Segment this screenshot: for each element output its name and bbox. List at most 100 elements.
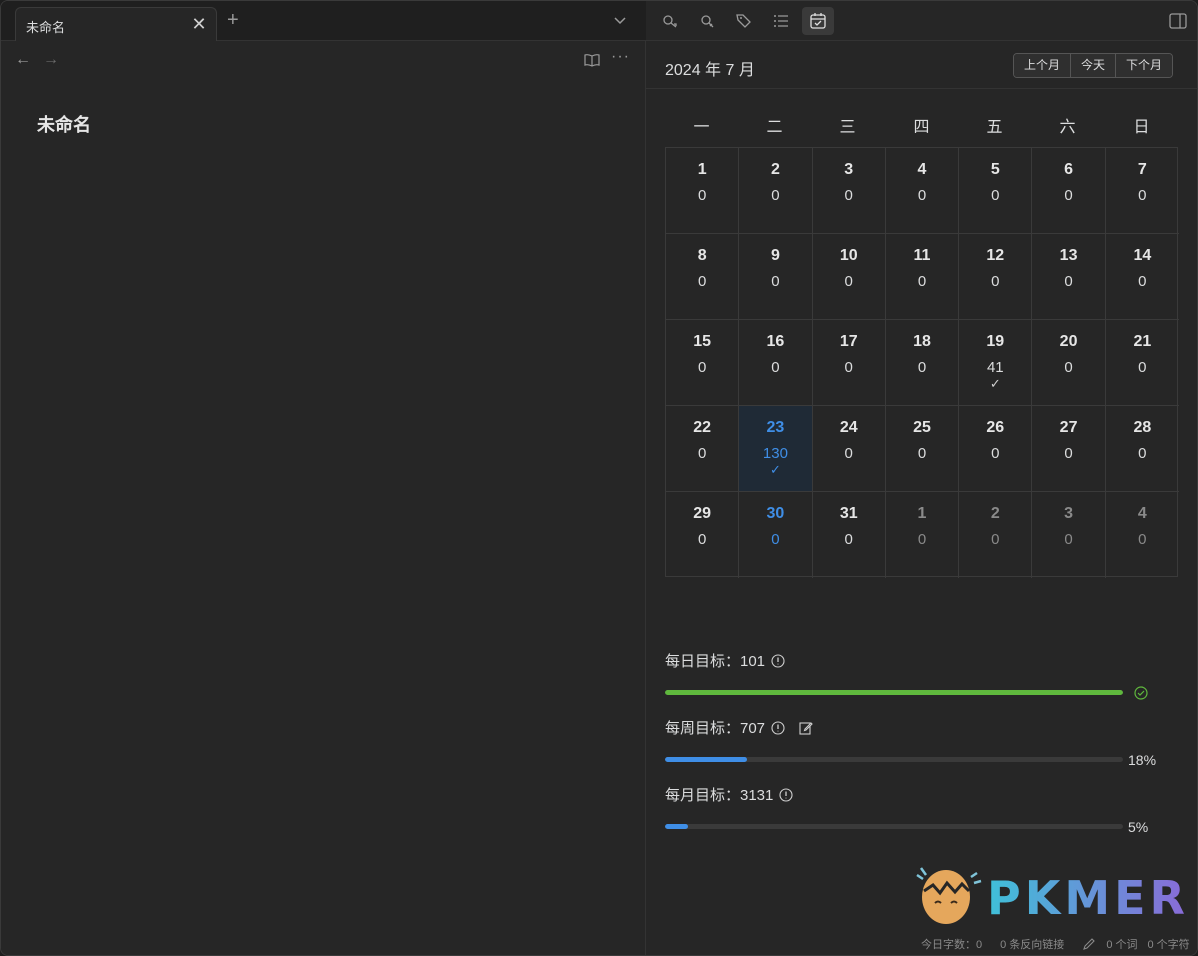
tab-untitled[interactable]: 未命名 ✕ [15,7,217,41]
calendar-day-cell[interactable]: 14 0 [1105,234,1179,320]
backlink-count[interactable]: 0 条反向链接 [1000,936,1064,952]
day-number: 14 [1133,247,1152,264]
day-number: 3 [1064,505,1074,522]
day-number: 26 [986,419,1005,436]
monthly-goal-label: 每月目标：3131 [665,784,793,805]
day-number: 19 [986,333,1005,350]
calendar-day-cell[interactable]: 10 0 [812,234,886,320]
info-icon[interactable] [771,720,785,735]
calendar-day-cell[interactable]: 30 [812,148,886,234]
new-tab-icon[interactable]: + [227,9,239,32]
calendar-day-cell[interactable]: 90 [739,234,813,320]
calendar-header: 2024 年 7 月 上个月 今天 下个月 [646,41,1197,89]
checkmark-icon: ✓ [769,462,781,477]
day-number: 31 [839,505,858,522]
word-count: 0 [697,531,707,548]
calendar-day-cell[interactable]: 70 [1105,148,1179,234]
calendar-day-cell[interactable]: 11 0 [885,234,960,320]
day-number: 24 [839,419,858,436]
calendar-day-cell[interactable]: 80 [666,234,740,320]
day-number: 2 [990,505,1000,522]
day-number: 2 [770,161,780,178]
calendar-day-cell[interactable]: 10 [666,148,740,234]
prev-month-button[interactable]: 上个月 [1014,54,1072,77]
outline-icon[interactable] [769,9,793,33]
calendar-day-cell[interactable]: 25 0 [885,406,960,492]
calendar-day-cell[interactable]: 23 130 ✓ [739,406,813,492]
calendar-day-cell[interactable]: 12 0 [959,234,1033,320]
next-month-button[interactable]: 下个月 [1116,54,1173,77]
sidebar-toolbar [646,1,1197,41]
reading-mode-icon[interactable] [583,51,601,69]
calendar-day-cell[interactable]: 10 [886,492,960,578]
chevron-down-icon[interactable] [611,11,629,29]
daily-goal-text: 每日目标：101 [665,653,766,670]
calendar-day-cell[interactable]: 18 0 [885,320,960,406]
note-title: 未命名 [37,115,91,135]
calendar-day-cell[interactable]: 30 0 [739,492,813,578]
calendar-day-cell[interactable]: 19 41 ✓ [959,320,1033,406]
calendar-day-cell[interactable]: 20 0 [1032,320,1106,406]
word-count: 0 个词 [1106,939,1138,951]
monthly-goal-fill [665,824,688,829]
tags-icon[interactable] [732,9,756,33]
calendar-day-cell[interactable]: 40 [885,148,960,234]
calendar-day-cell[interactable]: 24 0 [812,406,886,492]
info-icon[interactable] [779,787,793,802]
day-number: 8 [697,247,707,264]
calendar-day-cell[interactable]: 20 [739,148,813,234]
logo-text: PKMER [987,871,1189,925]
calendar-day-cell[interactable]: 31 0 [813,492,886,578]
weekly-goal-percent: 18% [1128,752,1157,768]
weekly-goal-label: 每周目标：707 [665,717,813,738]
word-count: 0 [844,359,853,376]
weekday: 五 [986,119,1003,136]
backlinks-icon[interactable] [695,9,719,33]
weekly-goal-text: 每周目标：707 [665,720,766,737]
day-number: 22 [693,419,712,436]
calendar-icon[interactable] [802,7,834,35]
today-button[interactable]: 今天 [1071,54,1117,77]
calendar-day-cell[interactable]: 15 0 [666,320,740,406]
day-number: 9 [770,247,780,264]
calendar-day-cell[interactable]: 13 0 [1032,234,1106,320]
status-bar: 今日字数：0 0 条反向链接 0 个词 0 个字符 [921,935,1196,953]
edit-icon[interactable] [799,721,813,735]
word-count: 0 [917,187,927,204]
calendar-day-cell[interactable]: 50 [959,148,1033,234]
calendar-day-cell[interactable]: 21 0 [1105,320,1179,406]
close-icon[interactable]: ✕ [190,13,208,35]
day-number: 20 [1059,333,1078,350]
word-count: 0 [1064,531,1073,548]
forward-arrow-icon[interactable]: → [43,51,59,69]
word-count: 0 [917,531,927,548]
outgoing-links-icon[interactable] [658,9,682,33]
more-options-icon[interactable]: ··· [611,48,630,66]
day-number: 17 [839,333,858,350]
word-count: 0 [1138,273,1147,290]
calendar-day-cell[interactable]: 40 [1106,492,1179,578]
calendar-day-cell[interactable]: 16 0 [739,320,813,406]
calendar-day-cell[interactable]: 60 [1032,148,1106,234]
info-icon[interactable] [771,653,785,668]
pencil-icon[interactable] [1082,937,1096,951]
word-count: 0 [917,445,927,462]
day-number: 7 [1137,161,1147,178]
weekday: 四 [913,119,930,136]
weekday-header: 一 二 三 四 五 六 日 [665,113,1178,137]
calendar-day-cell[interactable]: 29 0 [666,492,740,578]
day-number: 13 [1059,247,1078,264]
calendar-day-cell[interactable]: 26 0 [959,406,1033,492]
check-circle-icon [1134,686,1148,700]
calendar-day-cell[interactable]: 17 0 [812,320,886,406]
back-arrow-icon[interactable]: ← [15,51,31,69]
day-number: 27 [1059,419,1078,436]
calendar-day-cell[interactable]: 28 0 [1105,406,1179,492]
calendar-day-cell[interactable]: 20 [959,492,1033,578]
word-count: 0 [697,445,707,462]
toggle-sidebar-icon[interactable] [1169,12,1187,30]
calendar-day-cell[interactable]: 30 [1032,492,1106,578]
calendar-day-cell[interactable]: 27 0 [1032,406,1106,492]
word-count: 0 [697,187,707,204]
calendar-day-cell[interactable]: 22 0 [666,406,740,492]
